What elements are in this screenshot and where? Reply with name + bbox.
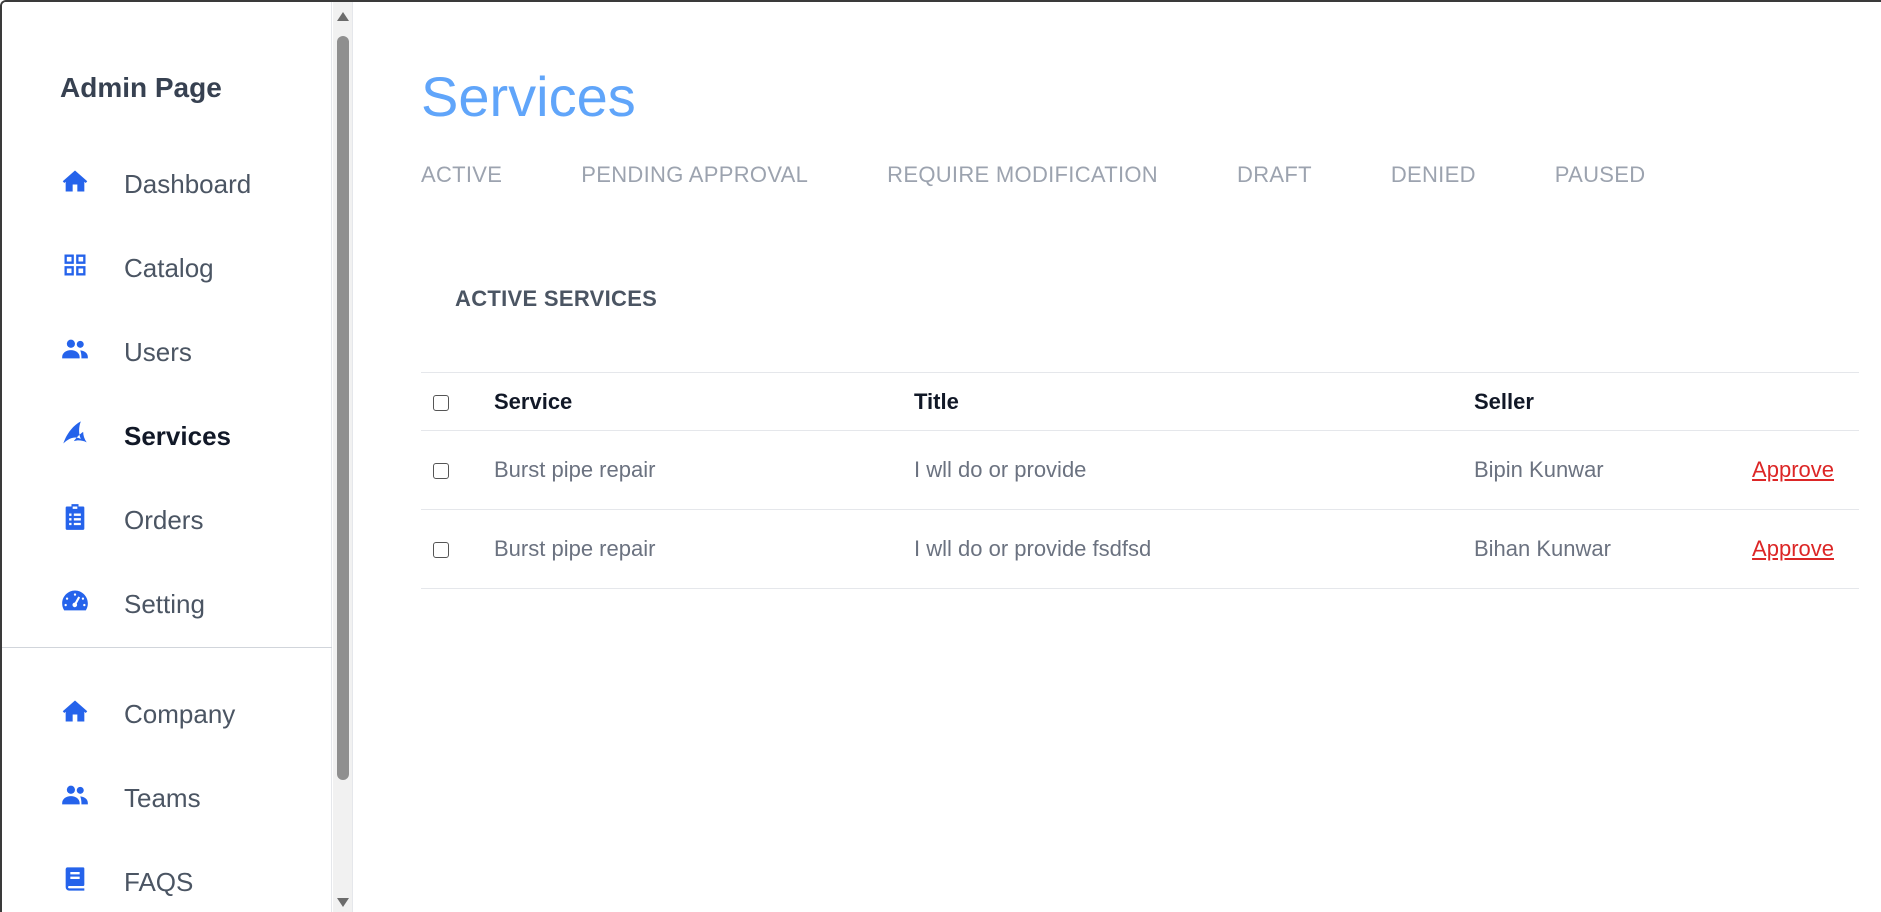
clipboard-icon — [60, 502, 90, 532]
tab-active[interactable]: ACTIVE — [421, 162, 502, 188]
header-select-cell — [421, 373, 494, 431]
sidebar-item-services[interactable]: Services — [2, 394, 332, 478]
row-select-cell — [421, 510, 494, 589]
page-title: Services — [421, 65, 636, 128]
tab-draft[interactable]: DRAFT — [1237, 162, 1312, 188]
row-checkbox[interactable] — [433, 463, 449, 480]
tab-pending-approval[interactable]: PENDING APPROVAL — [581, 162, 808, 188]
sidebar-item-orders[interactable]: Orders — [2, 478, 332, 562]
users-icon — [60, 780, 90, 810]
services-table: Service Title Seller Burst pipe repair I… — [421, 372, 1859, 589]
sidebar-item-label: FAQS — [124, 866, 194, 897]
sidebar-scrollbar[interactable] — [333, 2, 353, 912]
row-checkbox[interactable] — [433, 542, 449, 559]
status-tabs: ACTIVE PENDING APPROVAL REQUIRE MODIFICA… — [421, 162, 1724, 188]
sidebar: Admin Page Dashboard Catalog Users Servi… — [2, 2, 332, 912]
sidebar-item-label: Catalog — [124, 252, 214, 283]
cell-service: Burst pipe repair — [494, 536, 656, 561]
sidebar-item-label: Dashboard — [124, 168, 252, 199]
scrollbar-thumb[interactable] — [337, 36, 349, 780]
cell-service: Burst pipe repair — [494, 457, 656, 482]
home-icon — [60, 696, 90, 726]
home-icon — [60, 166, 90, 196]
column-header-seller: Seller — [1474, 388, 1534, 414]
grid-icon — [60, 250, 90, 280]
cell-action: Approve — [1744, 431, 1859, 510]
services-icon — [60, 418, 90, 448]
sidebar-item-faqs[interactable]: FAQS — [2, 840, 332, 912]
column-header-service: Service — [494, 388, 573, 414]
sidebar-item-label: Setting — [124, 588, 205, 619]
sidebar-secondary-nav: Company Teams FAQS — [2, 672, 332, 912]
cell-action: Approve — [1744, 510, 1859, 589]
row-select-cell — [421, 431, 494, 510]
table-header-row: Service Title Seller — [421, 372, 1859, 431]
sidebar-item-catalog[interactable]: Catalog — [2, 226, 332, 310]
users-icon — [60, 334, 90, 364]
tab-denied[interactable]: DENIED — [1391, 162, 1476, 188]
gauge-icon — [60, 586, 90, 616]
scroll-down-arrow-icon[interactable] — [337, 898, 349, 907]
main-content: Services ACTIVE PENDING APPROVAL REQUIRE… — [354, 2, 1881, 912]
cell-title: I wll do or provide fsdfsd — [914, 536, 1152, 561]
sidebar-item-users[interactable]: Users — [2, 310, 332, 394]
approve-link[interactable]: Approve — [1752, 457, 1834, 482]
table-row: Burst pipe repair I wll do or provide Bi… — [421, 431, 1859, 510]
sidebar-divider — [2, 647, 332, 648]
sidebar-nav: Dashboard Catalog Users Services Orders … — [2, 142, 332, 646]
sidebar-item-dashboard[interactable]: Dashboard — [2, 142, 332, 226]
sidebar-item-teams[interactable]: Teams — [2, 756, 332, 840]
sidebar-brand: Admin Page — [60, 72, 222, 103]
sidebar-item-label: Users — [124, 336, 192, 367]
sidebar-item-setting[interactable]: Setting — [2, 562, 332, 646]
cell-seller: Bihan Kunwar — [1474, 536, 1611, 561]
cell-seller: Bipin Kunwar — [1474, 457, 1604, 482]
approve-link[interactable]: Approve — [1752, 536, 1834, 561]
sidebar-item-label: Company — [124, 698, 236, 729]
section-title: ACTIVE SERVICES — [455, 286, 658, 311]
select-all-checkbox[interactable] — [433, 394, 449, 411]
cell-title: I wll do or provide — [914, 457, 1087, 482]
book-icon — [60, 864, 90, 894]
sidebar-item-company[interactable]: Company — [2, 672, 332, 756]
tab-require-modification[interactable]: REQUIRE MODIFICATION — [887, 162, 1158, 188]
sidebar-item-label: Orders — [124, 504, 204, 535]
column-header-title: Title — [914, 388, 959, 414]
sidebar-item-label: Services — [124, 420, 231, 451]
scroll-up-arrow-icon[interactable] — [337, 12, 349, 21]
column-header-action — [1744, 373, 1859, 431]
sidebar-item-label: Teams — [124, 782, 201, 813]
app-window: Admin Page Dashboard Catalog Users Servi… — [0, 0, 1881, 912]
tab-paused[interactable]: PAUSED — [1555, 162, 1646, 188]
table-row: Burst pipe repair I wll do or provide fs… — [421, 510, 1859, 589]
